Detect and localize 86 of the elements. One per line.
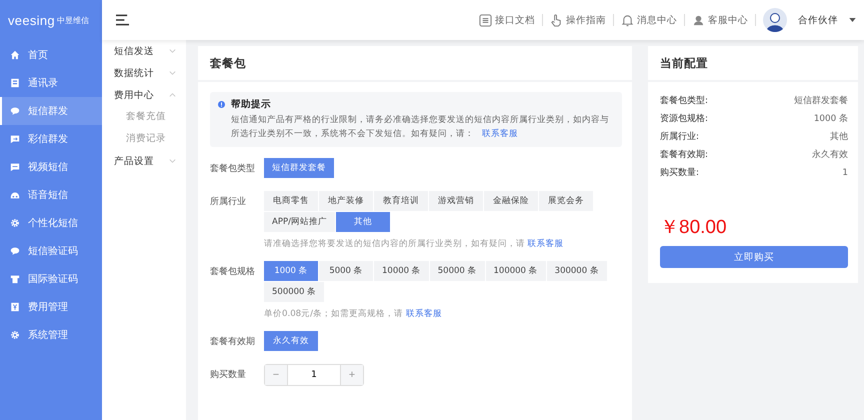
field-label: 套餐有效期 <box>210 336 256 349</box>
price-text: ￥80.00 <box>660 216 728 240</box>
summary-label: 所属行业: <box>660 131 699 143</box>
option-button[interactable]: 金融保险 <box>484 191 538 211</box>
field-label: 套餐包规格 <box>210 266 256 279</box>
contact-link[interactable]: 联系客服 <box>406 309 442 319</box>
message-icon <box>10 162 20 172</box>
header-link[interactable]: 操作指南 <box>550 14 606 26</box>
sidebar-item[interactable]: 语音短信 <box>0 181 102 209</box>
chat-bubble-icon <box>10 246 20 256</box>
field-label: 套餐包类型 <box>210 162 256 176</box>
field-label: 购买数量 <box>210 368 247 382</box>
sidebar-item[interactable]: 彩信群发 <box>0 125 102 153</box>
header-link[interactable]: 接口文档 <box>479 14 535 26</box>
chevron-down-icon[interactable] <box>169 159 176 163</box>
option-button[interactable]: 50000 条 <box>430 261 484 281</box>
sidebar-item[interactable]: 费用管理 <box>0 293 102 321</box>
chevron-down-icon[interactable] <box>169 71 176 75</box>
user-menu[interactable]: 合作伙伴 <box>798 14 838 26</box>
submenu-group[interactable]: 短信发送 <box>114 44 154 58</box>
summary-label: 购买数量: <box>660 167 699 179</box>
option-button[interactable]: 1000 条 <box>264 261 318 281</box>
contact-link[interactable]: 联系客服 <box>482 129 518 139</box>
summary-value: 1 <box>842 168 848 178</box>
field-label: 所属行业 <box>210 196 247 209</box>
shirt-icon <box>10 274 20 284</box>
option-button[interactable]: 永久有效 <box>264 331 318 351</box>
sidebar-item[interactable]: 通讯录 <box>0 69 102 97</box>
card-title: 当前配置 <box>648 46 858 82</box>
sidebar-item[interactable]: 系统管理 <box>0 321 102 349</box>
sidebar-item[interactable]: 国际验证码 <box>0 265 102 293</box>
summary-label: 套餐有效期: <box>660 149 708 161</box>
card-title: 套餐包 <box>198 46 632 82</box>
option-button[interactable]: 其他 <box>336 212 390 232</box>
quantity-input[interactable]: 1 <box>287 365 341 385</box>
sidebar-item[interactable]: 首页 <box>0 41 102 69</box>
hint-text: 请准确选择您将要发送的短信内容的所属行业类别，如有疑问，请 联系客服 <box>264 238 565 250</box>
chat-bubble-icon <box>10 106 20 116</box>
help-title: 帮助提示 <box>231 98 272 111</box>
summary-label: 套餐包类型: <box>660 95 708 107</box>
submenu-group[interactable]: 数据统计 <box>114 66 154 80</box>
bell-icon <box>621 14 634 26</box>
header-link[interactable]: 消息中心 <box>621 14 677 26</box>
voice-icon <box>10 190 20 200</box>
submenu-group[interactable]: 产品设置 <box>114 154 154 168</box>
option-button[interactable]: 地产装修 <box>319 191 373 211</box>
gear-icon <box>10 218 20 228</box>
option-button[interactable]: 500000 条 <box>264 282 324 302</box>
avatar-icon[interactable] <box>763 8 787 32</box>
info-icon <box>218 101 225 108</box>
sidebar-item[interactable]: 视频短信 <box>0 153 102 181</box>
summary-value: 短信群发套餐 <box>794 95 848 107</box>
sidebar-item[interactable]: 个性化短信 <box>0 209 102 237</box>
option-button[interactable]: 展览会务 <box>539 191 593 211</box>
message-icon <box>10 134 20 144</box>
yen-icon <box>10 302 20 312</box>
caret-down-icon[interactable] <box>849 18 856 22</box>
summary-value: 其他 <box>830 131 848 143</box>
contact-link[interactable]: 联系客服 <box>528 239 564 249</box>
chevron-down-icon[interactable] <box>169 49 176 53</box>
option-button[interactable]: 教育培训 <box>374 191 428 211</box>
chevron-up-icon[interactable] <box>169 93 176 97</box>
submenu-group[interactable]: 费用中心 <box>114 88 154 102</box>
quantity-stepper[interactable]: − 1 + <box>264 364 364 386</box>
document-icon <box>479 14 492 26</box>
summary-value: 永久有效 <box>812 149 848 161</box>
menu-icon[interactable] <box>116 14 129 26</box>
option-button[interactable]: 10000 条 <box>374 261 429 281</box>
summary-value: 1000 条 <box>814 113 848 125</box>
option-button[interactable]: 短信群发套餐 <box>264 158 334 178</box>
option-button[interactable]: 电商零售 <box>264 191 318 211</box>
home-icon <box>10 50 20 60</box>
summary-label: 资源包规格: <box>660 113 708 125</box>
help-text: 短信通知产品有严格的行业限制，请务必准确选择您要发送的短信内容所属行业类别，如内容与所选行业类别不一致，系统将不会下发短信。如有疑问，请： 联系客服 <box>231 114 610 141</box>
person-icon <box>692 14 705 26</box>
gear-icon <box>10 330 20 340</box>
option-button[interactable]: 300000 条 <box>546 261 607 281</box>
option-button[interactable]: APP/网站推广 <box>264 212 335 232</box>
sidebar-item[interactable]: 短信验证码 <box>0 237 102 265</box>
option-button[interactable]: 游戏营销 <box>429 191 483 211</box>
buy-now-button[interactable]: 立即购买 <box>660 246 848 268</box>
option-button[interactable]: 100000 条 <box>486 261 546 281</box>
contact-book-icon <box>10 78 20 88</box>
hint-text: 单价0.08元/条；如需更高规格，请 联系客服 <box>264 308 443 320</box>
option-button[interactable]: 5000 条 <box>319 261 373 281</box>
header-link[interactable]: 客服中心 <box>692 14 748 26</box>
